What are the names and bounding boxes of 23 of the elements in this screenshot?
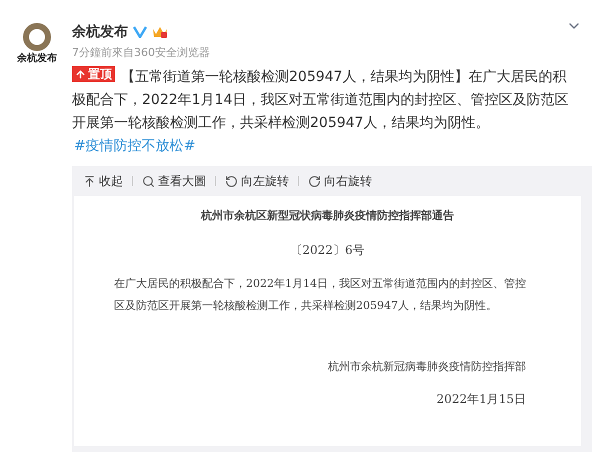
avatar-logo[interactable]: 余杭发布 bbox=[14, 22, 60, 158]
document-title: 杭州市余杭区新型冠状病毒肺炎疫情防控指挥部通告 bbox=[200, 208, 455, 224]
crown-badge-icon bbox=[152, 25, 168, 39]
ring-logo-icon bbox=[22, 22, 52, 52]
document-signature: 杭州市余杭新冠病毒肺炎疫情防控指挥部 bbox=[327, 358, 526, 374]
post-meta: 7分鐘前來自360安全浏览器 bbox=[72, 45, 211, 61]
rotate-right-icon bbox=[308, 174, 321, 188]
pinned-badge: 置顶 bbox=[72, 66, 115, 82]
rotate-left-icon bbox=[225, 174, 238, 188]
document-body: 在广大居民的积极配合下，2022年1月14日，我区对五常街道范围内的封控区、管控区及防范区开展第一轮核酸检测工作，共采样检测205947人，结果均为阴性。 bbox=[114, 276, 527, 314]
document-image[interactable]: 杭州市余杭区新型冠状病毒肺炎疫情防控指挥部通告 〔2022〕6号 在广大居民的积极配合下，2022年1月14日，我区对五常街道范围内的封控区、管控区及防范区开展第一轮核酸检测工作，共采样检测205947人，结果均为阴性。 杭州市余杭新冠病毒肺炎疫情防控指挥部 2022年1月15日 bbox=[74, 196, 581, 446]
toolbar-button[interactable]: 查看大圖 bbox=[142, 172, 206, 190]
toolbar-button[interactable]: 收起 bbox=[83, 172, 123, 190]
post-text: 置顶 【五常街道第一轮核酸检测205947人，结果均为阴性】在广大居民的积极配合下，2022年1月14日，我区对五常街道范围内的封控区、管控区及防范区开展第一轮核酸检测工作，共采样检测205947人，结果均为阴性。 #疫情防控不放松# bbox=[72, 66, 570, 156]
logo-text: 余杭发布 bbox=[17, 54, 57, 64]
upload-arrow-icon bbox=[83, 174, 96, 188]
toolbar-button[interactable]: 向右旋转 bbox=[308, 172, 372, 190]
search-icon bbox=[142, 174, 155, 188]
toolbar-button[interactable]: 向左旋转 bbox=[225, 172, 289, 190]
document-number: 〔2022〕6号 bbox=[289, 242, 366, 258]
author-name[interactable]: 余杭发布 bbox=[72, 22, 128, 42]
document-date: 2022年1月15日 bbox=[436, 391, 526, 408]
hashtag-link[interactable]: #疫情防控不放松# bbox=[74, 138, 196, 154]
